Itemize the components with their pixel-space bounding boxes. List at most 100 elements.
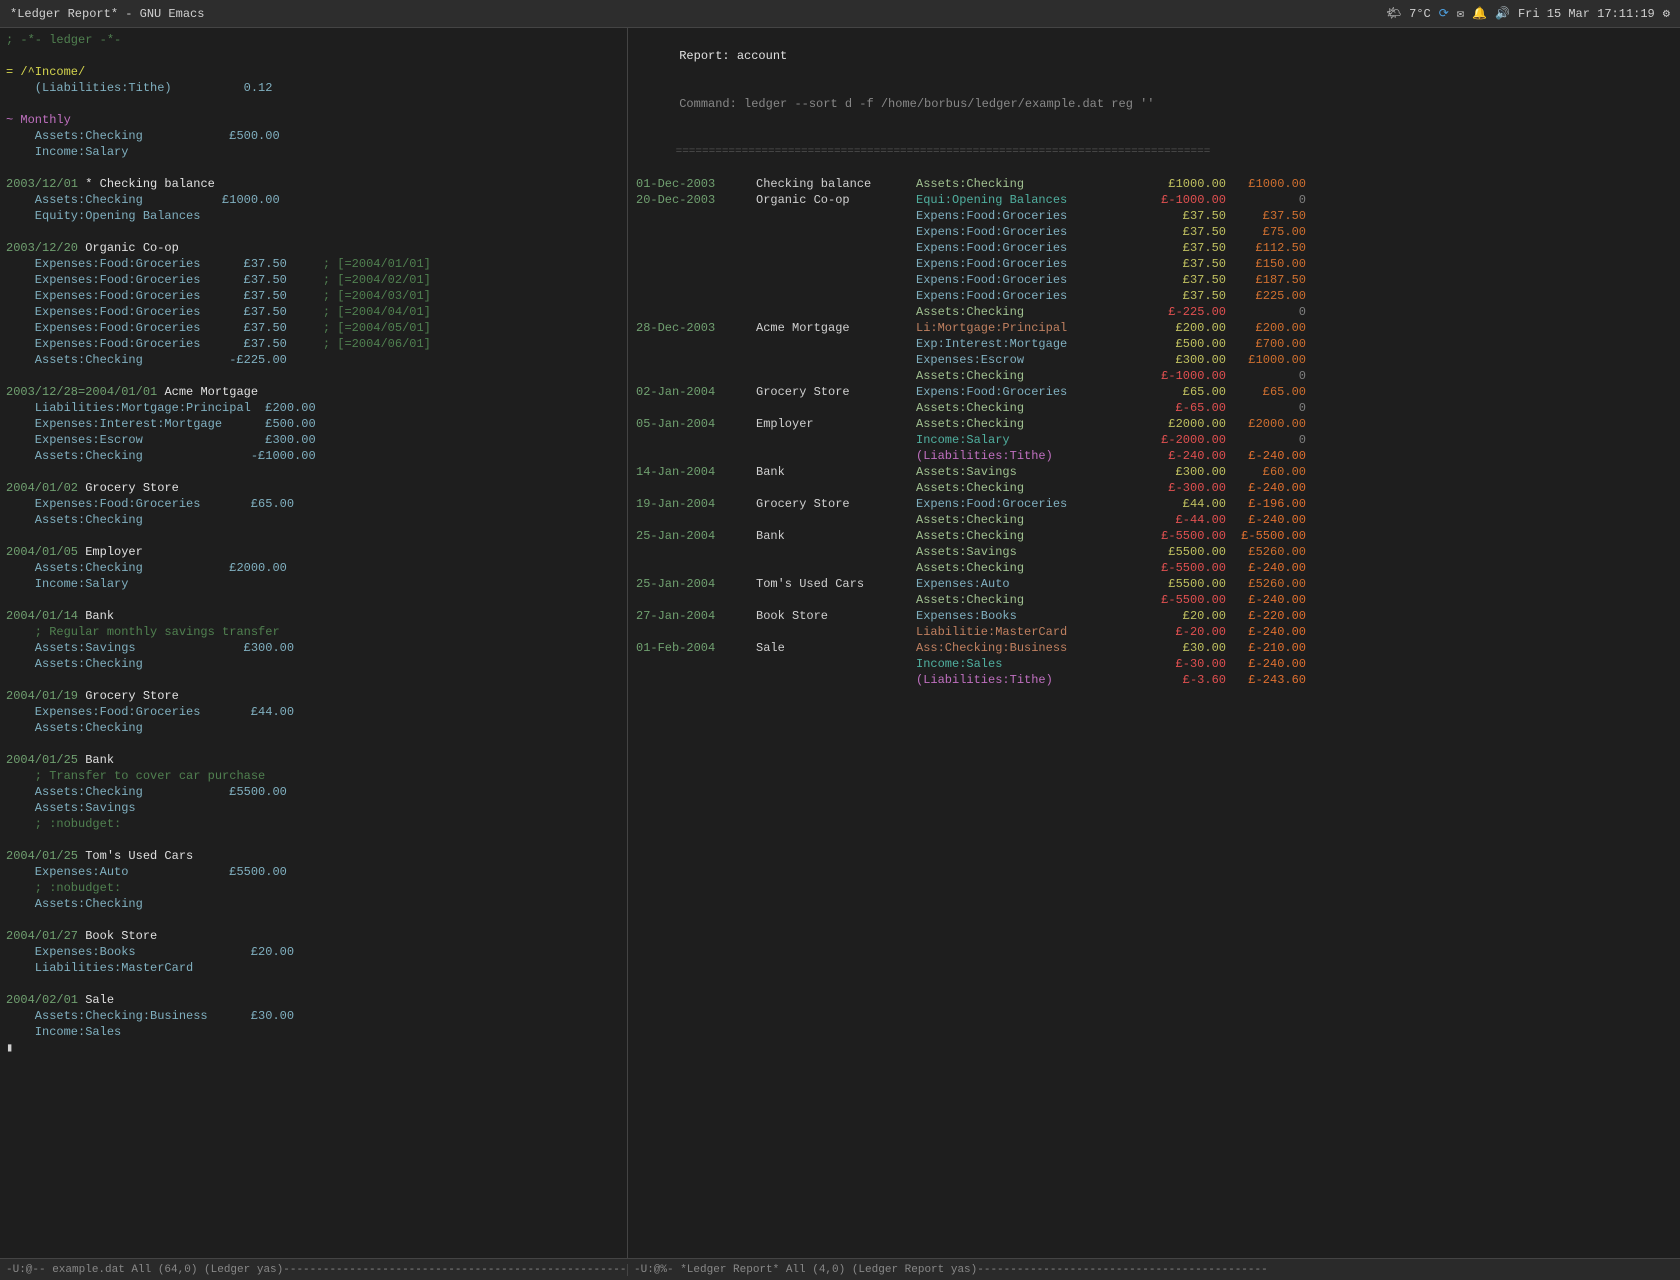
report-account: Expens:Food:Groceries — [916, 496, 1146, 512]
report-running-total: £-196.00 — [1226, 496, 1306, 512]
report-desc — [756, 256, 916, 272]
report-desc: Bank — [756, 528, 916, 544]
report-row: Expens:Food:Groceries£37.50£37.50 — [636, 208, 1672, 224]
left-pane-line: Equity:Opening Balances — [6, 208, 621, 224]
report-row: 20-Dec-2003 Organic Co-opEqui:Opening Ba… — [636, 192, 1672, 208]
report-date: 20-Dec-2003 — [636, 192, 756, 208]
left-pane-line: ; Transfer to cover car purchase — [6, 768, 621, 784]
report-account: Expens:Food:Groceries — [916, 384, 1146, 400]
left-editor-pane[interactable]: ; -*- ledger -*- = /^Income/ (Liabilitie… — [0, 28, 628, 1258]
report-account: Expens:Food:Groceries — [916, 224, 1146, 240]
report-date — [636, 544, 756, 560]
report-row: Expenses:Escrow£300.00£1000.00 — [636, 352, 1672, 368]
report-account: (Liabilities:Tithe) — [916, 448, 1146, 464]
network-icon: 🔔 — [1472, 6, 1487, 21]
report-date: 25-Jan-2004 — [636, 576, 756, 592]
report-date — [636, 368, 756, 384]
report-desc: Book Store — [756, 608, 916, 624]
left-pane-line: Assets:Checking £2000.00 — [6, 560, 621, 576]
report-account: Assets:Checking — [916, 400, 1146, 416]
settings-icon[interactable]: ⚙ — [1663, 6, 1670, 21]
report-desc: Checking balance — [756, 176, 916, 192]
left-pane-line: 2004/01/19 Grocery Store — [6, 688, 621, 704]
left-pane-line: Income:Salary — [6, 144, 621, 160]
report-running-total: £700.00 — [1226, 336, 1306, 352]
left-pane-line: Expenses:Food:Groceries £37.50 ; [=2004/… — [6, 272, 621, 288]
report-desc — [756, 448, 916, 464]
titlebar: *Ledger Report* - GNU Emacs 🌤 7°C ⟳ ✉ 🔔 … — [0, 0, 1680, 28]
left-pane-line: ; :nobudget: — [6, 816, 621, 832]
report-date — [636, 432, 756, 448]
report-account: Liabilitie:MasterCard — [916, 624, 1146, 640]
report-running-total: £5260.00 — [1226, 544, 1306, 560]
report-account: Expens:Food:Groceries — [916, 208, 1146, 224]
report-date: 01-Dec-2003 — [636, 176, 756, 192]
report-desc: Tom's Used Cars — [756, 576, 916, 592]
right-report-pane[interactable]: Report: account Command: ledger --sort d… — [628, 28, 1680, 1258]
report-running-total: £-5500.00 — [1226, 528, 1306, 544]
report-running-total: £112.50 — [1226, 240, 1306, 256]
report-row: 27-Jan-2004 Book StoreExpenses:Books£20.… — [636, 608, 1672, 624]
report-account: Assets:Checking — [916, 592, 1146, 608]
report-amount: £44.00 — [1146, 496, 1226, 512]
report-running-total: £-210.00 — [1226, 640, 1306, 656]
left-pane-line: 2004/01/27 Book Store — [6, 928, 621, 944]
datetime: Fri 15 Mar 17:11:19 — [1518, 7, 1655, 21]
report-running-total: £65.00 — [1226, 384, 1306, 400]
left-pane-line: 2003/12/28=2004/01/01 Acme Mortgage — [6, 384, 621, 400]
report-account: Assets:Checking — [916, 528, 1146, 544]
report-amount: £-1000.00 — [1146, 368, 1226, 384]
report-amount: £-5500.00 — [1146, 560, 1226, 576]
left-pane-line: Expenses:Food:Groceries £37.50 ; [=2004/… — [6, 256, 621, 272]
report-running-total: £5260.00 — [1226, 576, 1306, 592]
report-amount: £-65.00 — [1146, 400, 1226, 416]
report-amount: £300.00 — [1146, 464, 1226, 480]
left-pane-line: 2003/12/20 Organic Co-op — [6, 240, 621, 256]
titlebar-right: 🌤 7°C ⟳ ✉ 🔔 🔊 Fri 15 Mar 17:11:19 ⚙ — [1386, 6, 1670, 21]
report-desc: Grocery Store — [756, 496, 916, 512]
report-desc — [756, 592, 916, 608]
report-amount: £37.50 — [1146, 240, 1226, 256]
report-desc: Employer — [756, 416, 916, 432]
report-date — [636, 288, 756, 304]
left-pane-line — [6, 976, 621, 992]
report-date — [636, 352, 756, 368]
report-date — [636, 304, 756, 320]
report-running-total: £-240.00 — [1226, 448, 1306, 464]
left-pane-line: Assets:Checking £1000.00 — [6, 192, 621, 208]
refresh-icon[interactable]: ⟳ — [1439, 6, 1449, 21]
report-amount: £-30.00 — [1146, 656, 1226, 672]
volume-icon[interactable]: 🔊 — [1495, 6, 1510, 21]
report-row: Expens:Food:Groceries£37.50£225.00 — [636, 288, 1672, 304]
report-account: Assets:Savings — [916, 464, 1146, 480]
report-date — [636, 560, 756, 576]
separator-line: ========================================… — [636, 128, 1672, 176]
report-amount: £-3.60 — [1146, 672, 1226, 688]
report-desc — [756, 208, 916, 224]
report-account: Expens:Food:Groceries — [916, 272, 1146, 288]
left-pane-line: Expenses:Food:Groceries £37.50 ; [=2004/… — [6, 336, 621, 352]
mail-icon[interactable]: ✉ — [1457, 6, 1464, 21]
report-account: Assets:Checking — [916, 480, 1146, 496]
report-running-total: 0 — [1226, 304, 1306, 320]
report-running-total: £-240.00 — [1226, 560, 1306, 576]
report-header-label: Report: account — [636, 32, 1672, 80]
left-pane-line — [6, 464, 621, 480]
report-running-total: £60.00 — [1226, 464, 1306, 480]
report-account: Expenses:Books — [916, 608, 1146, 624]
report-row: Assets:Checking£-5500.00£-240.00 — [636, 560, 1672, 576]
left-pane-line: 2004/01/14 Bank — [6, 608, 621, 624]
report-desc — [756, 624, 916, 640]
report-row: Assets:Checking£-225.000 — [636, 304, 1672, 320]
report-date — [636, 512, 756, 528]
report-amount: £20.00 — [1146, 608, 1226, 624]
report-row: Income:Sales£-30.00£-240.00 — [636, 656, 1672, 672]
report-account: Expens:Food:Groceries — [916, 288, 1146, 304]
report-row: Assets:Checking£-44.00£-240.00 — [636, 512, 1672, 528]
report-running-total: £225.00 — [1226, 288, 1306, 304]
report-date — [636, 672, 756, 688]
report-date — [636, 240, 756, 256]
left-pane-line — [6, 96, 621, 112]
left-pane-line: Assets:Savings — [6, 800, 621, 816]
left-pane-line: ; -*- ledger -*- — [6, 32, 621, 48]
